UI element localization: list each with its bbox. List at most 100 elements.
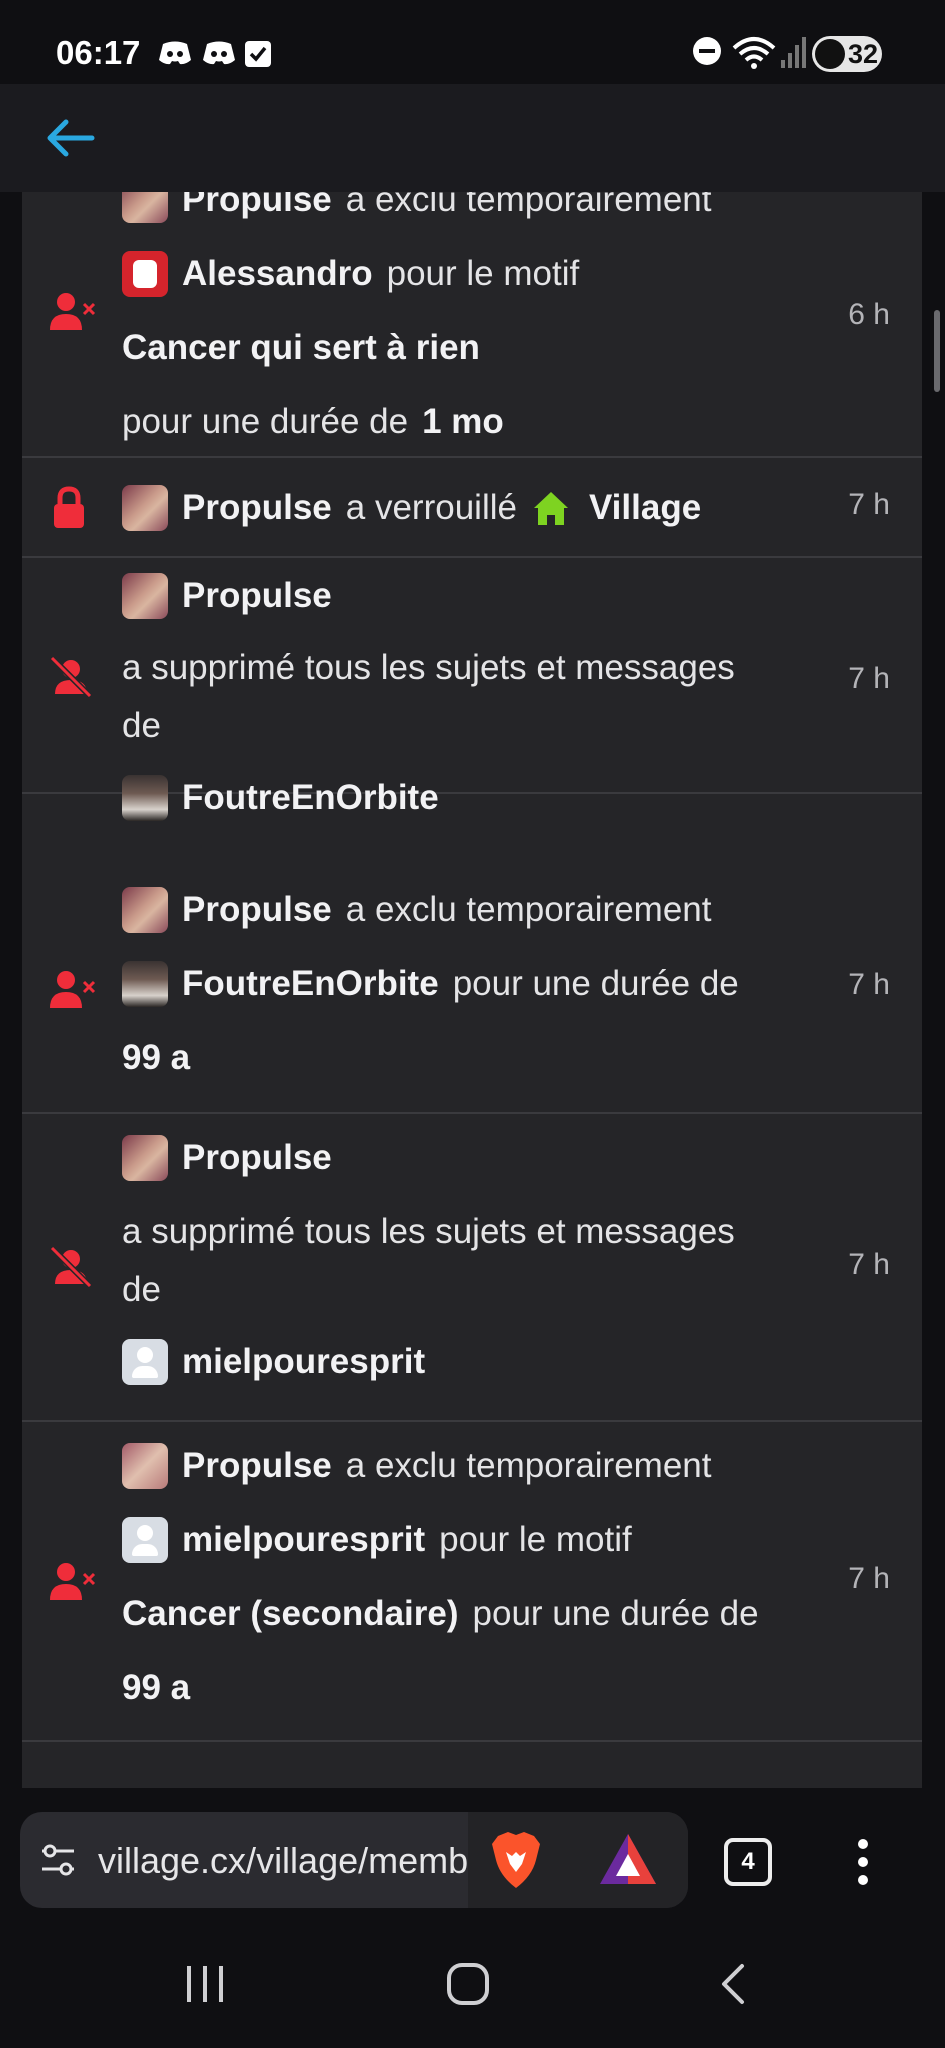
avatar — [122, 485, 168, 531]
action-text: pour une durée de — [452, 964, 739, 1003]
user-link[interactable]: Propulse — [182, 1446, 332, 1486]
back-nav-icon[interactable] — [716, 1962, 748, 2006]
user-link[interactable]: mielpouresprit — [182, 1342, 425, 1382]
user-link[interactable]: mielpouresprit — [182, 1520, 425, 1560]
battery-icon: 32 — [812, 36, 882, 72]
battery-level: 32 — [848, 39, 879, 69]
user-ban-icon — [50, 1563, 96, 1600]
log-line: a supprimé tous les sujets et messages — [122, 644, 735, 692]
timestamp: 7 h — [848, 662, 890, 695]
user-slash-icon — [49, 1245, 93, 1289]
action-text: pour une durée de — [122, 402, 409, 441]
log-line: a supprimé tous les sujets et messages — [122, 1208, 735, 1256]
log-line: Propulse a exclu temporairement — [122, 192, 712, 224]
tab-switcher-button[interactable]: 4 — [724, 1838, 772, 1886]
log-line: Propulse a verrouillé Village — [122, 484, 701, 532]
log-entry[interactable]: Propulse a exclu temporairement Alessand… — [22, 192, 922, 458]
action-text: a supprimé tous les sujets et messages — [122, 1212, 735, 1251]
avatar — [122, 1443, 168, 1489]
wifi-icon — [732, 37, 776, 69]
user-link[interactable]: FoutreEnOrbite — [182, 964, 439, 1004]
avatar — [122, 251, 168, 297]
timestamp: 6 h — [848, 298, 890, 331]
log-entry[interactable]: Propulse a supprimé tous les sujets et m… — [22, 1114, 922, 1422]
log-line: 99 a — [122, 1034, 190, 1082]
place-link[interactable]: Village — [589, 488, 701, 528]
action-text: pour le motif — [439, 1520, 632, 1559]
action-text: a exclu temporairement — [345, 1446, 712, 1485]
user-link[interactable]: FoutreEnOrbite — [182, 778, 439, 818]
action-text: a verrouillé — [345, 488, 517, 527]
home-icon — [533, 492, 568, 525]
duration-value: 99 a — [122, 1038, 191, 1077]
log-entry[interactable]: Propulse a exclu temporairement mielpour… — [22, 1422, 922, 1742]
log-line: 99 a — [122, 1664, 190, 1712]
log-line: mielpouresprit pour le motif — [122, 1516, 632, 1564]
duration-value: 99 a — [122, 1668, 191, 1707]
user-link[interactable]: Propulse — [182, 1138, 332, 1178]
reason-text: Cancer qui sert à rien — [122, 328, 480, 367]
recent-apps-icon[interactable] — [184, 1964, 226, 2004]
more-options-icon[interactable] — [848, 1838, 878, 1886]
avatar — [122, 775, 168, 821]
home-button-icon[interactable] — [446, 1962, 490, 2006]
avatar — [122, 887, 168, 933]
address-bar[interactable]: village.cx/village/membres — [20, 1812, 688, 1908]
address-bar-actions — [468, 1812, 688, 1908]
user-ban-icon — [50, 293, 96, 330]
log-line: Alessandro pour le motif — [122, 250, 579, 298]
duration-value: 1 mo — [422, 402, 504, 441]
user-link[interactable]: Propulse — [182, 488, 332, 528]
action-text: de — [122, 1270, 161, 1309]
action-text: de — [122, 706, 161, 745]
user-link[interactable]: Propulse — [182, 576, 332, 616]
browser-toolbar: village.cx/village/membres 4 — [0, 1788, 945, 1920]
log-line: Propulse — [122, 572, 332, 620]
scrollbar-thumb[interactable] — [934, 310, 940, 392]
moderation-log: Propulse a exclu temporairement Alessand… — [22, 192, 922, 1788]
timestamp: 7 h — [848, 1248, 890, 1281]
checkbox-icon — [245, 41, 271, 67]
reason-text: Cancer (secondaire) — [122, 1594, 459, 1633]
log-line: de — [122, 1266, 161, 1314]
do-not-disturb-icon — [693, 37, 721, 65]
user-slash-icon — [49, 655, 93, 699]
log-line: pour une durée de 1 mo — [122, 398, 504, 446]
log-line: mielpouresprit — [122, 1338, 425, 1386]
brave-shields-icon[interactable] — [488, 1830, 544, 1890]
action-text: pour le motif — [386, 254, 580, 293]
log-line: Cancer qui sert à rien — [122, 324, 480, 372]
user-link[interactable]: Propulse — [182, 192, 332, 220]
user-link[interactable]: Propulse — [182, 890, 332, 930]
log-line: Propulse — [122, 1134, 332, 1182]
status-bar: 06:17 32 — [0, 0, 945, 84]
log-line: FoutreEnOrbite — [122, 774, 439, 822]
discord-icon — [203, 41, 235, 65]
timestamp: 7 h — [848, 1562, 890, 1595]
log-entry[interactable]: Propulse a supprimé tous les sujets et m… — [22, 558, 922, 821]
avatar — [122, 573, 168, 619]
site-settings-icon[interactable] — [38, 1842, 78, 1878]
avatar — [122, 192, 168, 223]
brave-rewards-icon[interactable] — [598, 1832, 658, 1888]
avatar — [122, 1517, 168, 1563]
app-header — [0, 84, 945, 192]
log-entry[interactable]: Propulse a verrouillé Village 7 h — [22, 458, 922, 558]
log-line: Propulse a exclu temporairement — [122, 886, 712, 934]
user-link[interactable]: Alessandro — [182, 254, 373, 294]
status-time: 06:17 — [56, 34, 141, 71]
timestamp: 7 h — [848, 488, 890, 521]
user-ban-icon — [50, 971, 96, 1008]
avatar — [122, 1135, 168, 1181]
action-text: a exclu temporairement — [345, 192, 712, 219]
back-arrow-icon[interactable] — [40, 108, 100, 168]
lock-icon — [54, 486, 84, 528]
avatar — [122, 961, 168, 1007]
log-line: de — [122, 702, 161, 750]
action-text: pour une durée de — [472, 1594, 759, 1633]
log-entry[interactable]: Propulse a exclu temporairement FoutreEn… — [22, 866, 922, 1114]
log-line: Cancer (secondaire) pour une durée de — [122, 1590, 759, 1638]
system-nav-bar — [0, 1920, 945, 2048]
log-line: FoutreEnOrbite pour une durée de — [122, 960, 739, 1008]
url-text[interactable]: village.cx/village/membres — [98, 1840, 488, 1882]
